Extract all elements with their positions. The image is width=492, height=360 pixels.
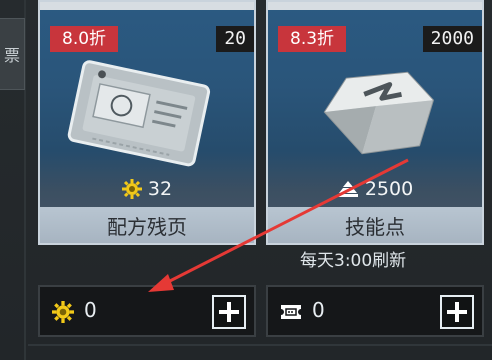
add-ticket-button[interactable] bbox=[440, 295, 474, 329]
item-name: 技能点 bbox=[268, 207, 482, 243]
currency-balance-gear: 0 bbox=[38, 285, 256, 337]
balance-value: 0 bbox=[84, 298, 97, 322]
stock-count: 2000 bbox=[422, 26, 482, 52]
discount-badge: 8.3折 bbox=[278, 26, 347, 52]
currency-balance-ticket: 0 bbox=[266, 285, 484, 337]
recipe-pack-icon bbox=[67, 60, 211, 167]
skill-point-icon bbox=[337, 181, 358, 197]
shop-card-skill-point[interactable]: 8.3折 2000 2500 技能点 bbox=[266, 0, 484, 245]
price-value: 32 bbox=[147, 178, 173, 200]
refresh-timer-text: 每天3:00刷新 bbox=[300, 251, 407, 271]
discount-badge: 8.0折 bbox=[50, 26, 119, 52]
add-currency-button[interactable] bbox=[212, 295, 246, 329]
balance-value: 0 bbox=[312, 298, 325, 322]
side-tab-label: 票 bbox=[3, 46, 20, 65]
gear-coin-icon bbox=[52, 301, 74, 323]
price-value: 2500 bbox=[364, 178, 414, 200]
shop-card-recipe[interactable]: 8.0折 20 32 配方残页 bbox=[38, 0, 256, 245]
plus-icon bbox=[447, 302, 467, 322]
ticket-icon bbox=[280, 305, 302, 319]
price-row: 32 bbox=[40, 178, 254, 200]
side-tab[interactable]: 票 bbox=[0, 18, 25, 90]
price-row: 2500 bbox=[268, 178, 482, 200]
gear-coin-icon bbox=[121, 179, 142, 199]
stock-count: 20 bbox=[216, 26, 254, 52]
bottom-divider bbox=[28, 344, 492, 346]
item-name: 配方残页 bbox=[40, 207, 254, 243]
skill-crystal-icon bbox=[323, 71, 435, 155]
plus-icon bbox=[219, 302, 239, 322]
